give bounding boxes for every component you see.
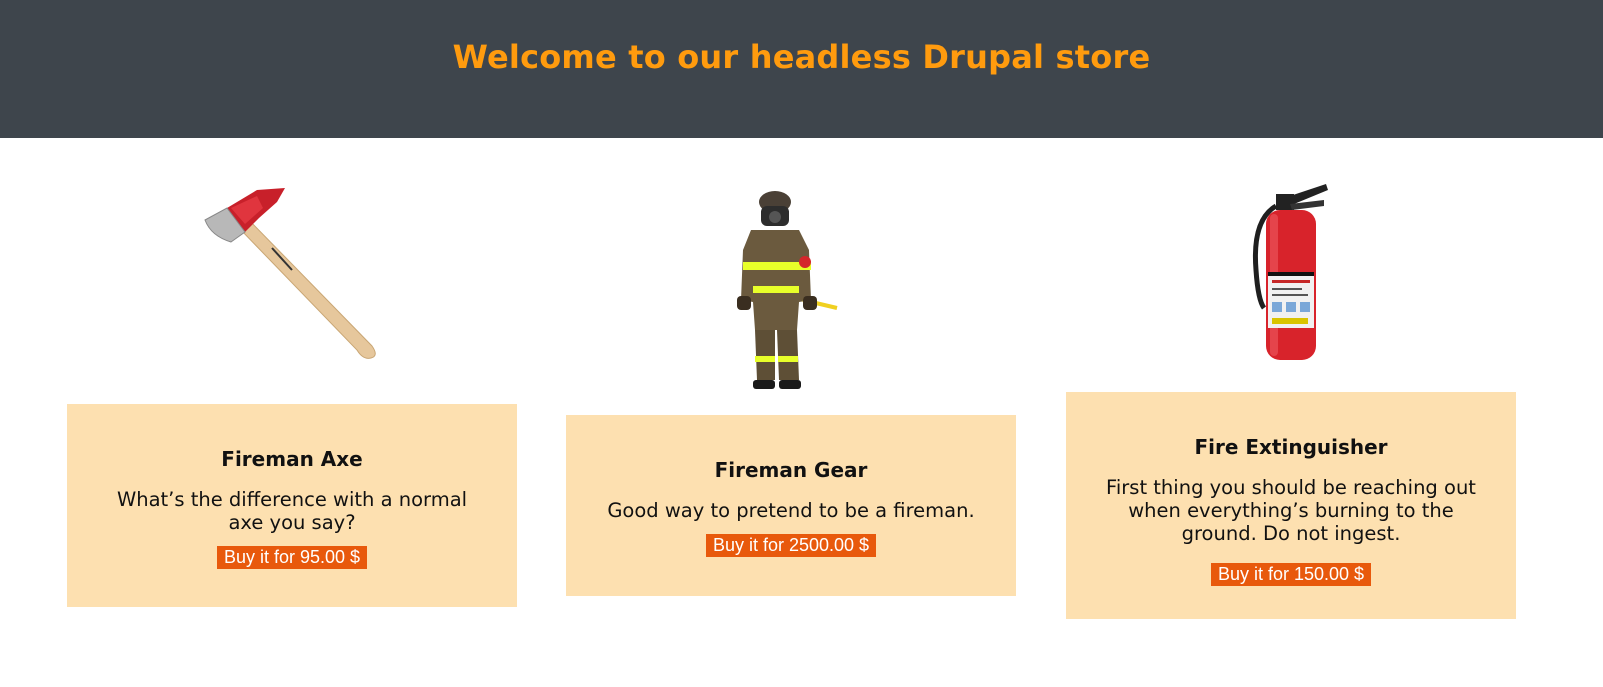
axe-icon bbox=[204, 188, 376, 359]
product-description: What’s the difference with a normal axe … bbox=[116, 488, 468, 534]
product-info-axe: Fireman Axe What’s the difference with a… bbox=[67, 404, 517, 607]
product-name: Fireman Axe bbox=[221, 447, 363, 471]
fire-extinguisher-icon bbox=[1252, 184, 1328, 360]
buy-button-extinguisher[interactable]: Buy it for 150.00 $ bbox=[1210, 563, 1372, 586]
product-description: Good way to pretend to be a fireman. bbox=[607, 499, 975, 522]
product-name: Fireman Gear bbox=[714, 458, 868, 482]
firefighter-icon bbox=[737, 191, 838, 389]
product-image-extinguisher bbox=[1066, 180, 1516, 365]
product-image-axe bbox=[67, 178, 517, 363]
buy-button-axe[interactable]: Buy it for 95.00 $ bbox=[216, 546, 368, 569]
product-name: Fire Extinguisher bbox=[1194, 435, 1388, 459]
product-info-gear: Fireman Gear Good way to pretend to be a… bbox=[566, 415, 1016, 596]
product-description: First thing you should be reaching out w… bbox=[1106, 476, 1476, 545]
buy-button-gear[interactable]: Buy it for 2500.00 $ bbox=[705, 534, 877, 557]
page-title: Welcome to our headless Drupal store bbox=[452, 38, 1151, 76]
product-image-gear bbox=[566, 190, 1016, 390]
page-header: Welcome to our headless Drupal store bbox=[0, 0, 1603, 138]
product-info-extinguisher: Fire Extinguisher First thing you should… bbox=[1066, 392, 1516, 619]
